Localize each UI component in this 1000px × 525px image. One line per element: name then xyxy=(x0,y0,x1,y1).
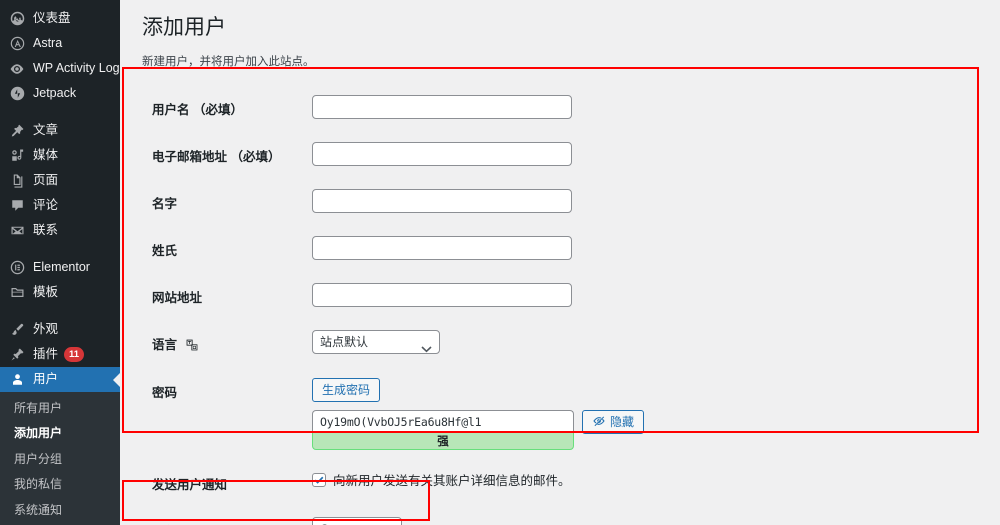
form-row-email: 电子邮箱地址 （必填） xyxy=(142,132,1000,179)
generate-password-button[interactable]: 生成密码 xyxy=(312,378,381,403)
translation-icon xyxy=(186,339,198,354)
password-label: 密码 xyxy=(152,386,178,401)
sidebar-item-label: Jetpack xyxy=(33,86,77,101)
user-icon xyxy=(8,371,26,389)
language-label-text: 语言 xyxy=(152,338,178,353)
media-icon xyxy=(8,147,26,165)
form-row-last-name: 姓氏 xyxy=(142,226,1000,273)
eye-slash-icon xyxy=(592,414,606,430)
wordpress-admin-screen: 仪表盘 Astra WP Activity Log Jetpack 文章 媒体 … xyxy=(0,0,1000,525)
plugin-update-badge: 11 xyxy=(64,346,85,363)
sidebar-separator xyxy=(0,305,120,317)
form-row-notification: 发送用户通知 向新用户发送有关其账户详细信息的邮件。 xyxy=(142,460,1000,507)
sidebar-item-label: 媒体 xyxy=(33,148,59,163)
website-label: 网站地址 xyxy=(152,291,203,306)
sidebar-item-label: 模板 xyxy=(33,285,59,300)
role-select[interactable]: Customer xyxy=(312,517,402,525)
submenu-item-system-notices[interactable]: 系统通知 xyxy=(0,498,120,523)
dashboard-icon xyxy=(8,10,26,28)
sidebar-item-label: WP Activity Log xyxy=(33,61,120,76)
eye-icon xyxy=(8,60,26,78)
sidebar-item-wp-activity-log[interactable]: WP Activity Log xyxy=(0,56,120,81)
submenu-item-add-user[interactable]: 添加用户 xyxy=(0,421,120,446)
sidebar-item-comments[interactable]: 评论 xyxy=(0,193,120,218)
password-entry-area: 强 隐藏 xyxy=(312,410,990,451)
sidebar-item-pages[interactable]: 页面 xyxy=(0,168,120,193)
sidebar-item-label: 联系 xyxy=(33,223,59,238)
sidebar-item-label: 文章 xyxy=(33,123,59,138)
sidebar-item-label: 外观 xyxy=(33,322,59,337)
role-label: 角色 xyxy=(142,507,302,525)
last-name-label: 姓氏 xyxy=(152,244,178,259)
pin-icon xyxy=(8,122,26,140)
jetpack-icon xyxy=(8,85,26,103)
sidebar-separator xyxy=(0,243,120,255)
sidebar-item-contact[interactable]: 联系 xyxy=(0,218,120,243)
password-stack: 强 xyxy=(312,410,574,451)
send-notification-checkbox[interactable] xyxy=(312,472,326,487)
language-label: 语言 xyxy=(142,320,302,368)
send-notification-checkbox-row[interactable]: 向新用户发送有关其账户详细信息的邮件。 xyxy=(312,470,990,489)
admin-sidebar: 仪表盘 Astra WP Activity Log Jetpack 文章 媒体 … xyxy=(0,0,121,525)
username-input[interactable] xyxy=(312,95,572,120)
comment-icon xyxy=(8,197,26,215)
plugin-icon xyxy=(8,346,26,364)
notification-label: 发送用户通知 xyxy=(152,478,228,493)
form-row-first-name: 名字 xyxy=(142,179,1000,226)
username-label: 用户名 （必填） xyxy=(152,103,243,118)
submenu-item-my-messages[interactable]: 我的私信 xyxy=(0,472,120,497)
sidebar-item-plugins[interactable]: 插件 11 xyxy=(0,342,120,367)
first-name-label: 名字 xyxy=(152,197,178,212)
sidebar-item-dashboard[interactable]: 仪表盘 xyxy=(0,6,120,31)
page-subtitle: 新建用户，并将用户加入此站点。 xyxy=(142,56,315,69)
astra-icon xyxy=(8,35,26,53)
hide-password-label: 隐藏 xyxy=(610,415,635,430)
email-input[interactable] xyxy=(312,142,572,167)
users-submenu: 所有用户 添加用户 用户分组 我的私信 系统通知 个人资料 xyxy=(0,392,120,525)
form-row-website: 网站地址 xyxy=(142,273,1000,320)
role-select-wrap: Customer xyxy=(312,517,402,525)
password-strength-indicator: 强 xyxy=(312,432,574,451)
form-row-role: 角色 Customer xyxy=(142,507,1000,525)
sidebar-item-jetpack[interactable]: Jetpack xyxy=(0,81,120,106)
sidebar-item-posts[interactable]: 文章 xyxy=(0,118,120,143)
hide-password-button[interactable]: 隐藏 xyxy=(582,410,645,435)
sidebar-item-label: Elementor xyxy=(33,260,90,275)
add-user-form: 用户名 （必填） 电子邮箱地址 （必填） 名字 姓氏 网站地址 语言 站点默认 … xyxy=(142,85,1000,525)
email-label: 电子邮箱地址 （必填） xyxy=(152,150,281,165)
website-input[interactable] xyxy=(312,283,572,308)
submenu-item-user-groups[interactable]: 用户分组 xyxy=(0,447,120,472)
sidebar-item-media[interactable]: 媒体 xyxy=(0,143,120,168)
sidebar-item-label: 插件 xyxy=(33,347,59,362)
sidebar-item-label: 评论 xyxy=(33,198,59,213)
brush-icon xyxy=(8,321,26,339)
sidebar-item-elementor[interactable]: Elementor xyxy=(0,255,120,280)
sidebar-item-templates[interactable]: 模板 xyxy=(0,280,120,305)
form-row-username: 用户名 （必填） xyxy=(142,85,1000,132)
mail-icon xyxy=(8,222,26,240)
send-notification-text: 向新用户发送有关其账户详细信息的邮件。 xyxy=(333,474,571,489)
form-row-language: 语言 站点默认 xyxy=(142,320,1000,368)
elementor-icon xyxy=(8,259,26,277)
sidebar-separator xyxy=(0,106,120,118)
page-title: 添加用户 xyxy=(142,16,226,39)
submenu-item-all-users[interactable]: 所有用户 xyxy=(0,396,120,421)
page-icon xyxy=(8,172,26,190)
main-content: 添加用户 新建用户，并将用户加入此站点。 用户名 （必填） 电子邮箱地址 （必填… xyxy=(120,0,1000,525)
last-name-input[interactable] xyxy=(312,236,572,261)
form-row-password: 密码 生成密码 强 xyxy=(142,368,1000,460)
sidebar-item-appearance[interactable]: 外观 xyxy=(0,317,120,342)
sidebar-item-label: 仪表盘 xyxy=(33,11,71,26)
sidebar-item-astra[interactable]: Astra xyxy=(0,31,120,56)
password-input[interactable] xyxy=(312,410,574,433)
sidebar-item-label: 页面 xyxy=(33,173,59,188)
folder-icon xyxy=(8,284,26,302)
sidebar-item-label: Astra xyxy=(33,36,63,51)
language-select[interactable]: 站点默认 xyxy=(312,330,440,355)
sidebar-item-label: 用户 xyxy=(33,372,59,387)
language-select-wrap: 站点默认 xyxy=(312,330,440,355)
first-name-input[interactable] xyxy=(312,189,572,214)
sidebar-item-users[interactable]: 用户 xyxy=(0,367,121,392)
